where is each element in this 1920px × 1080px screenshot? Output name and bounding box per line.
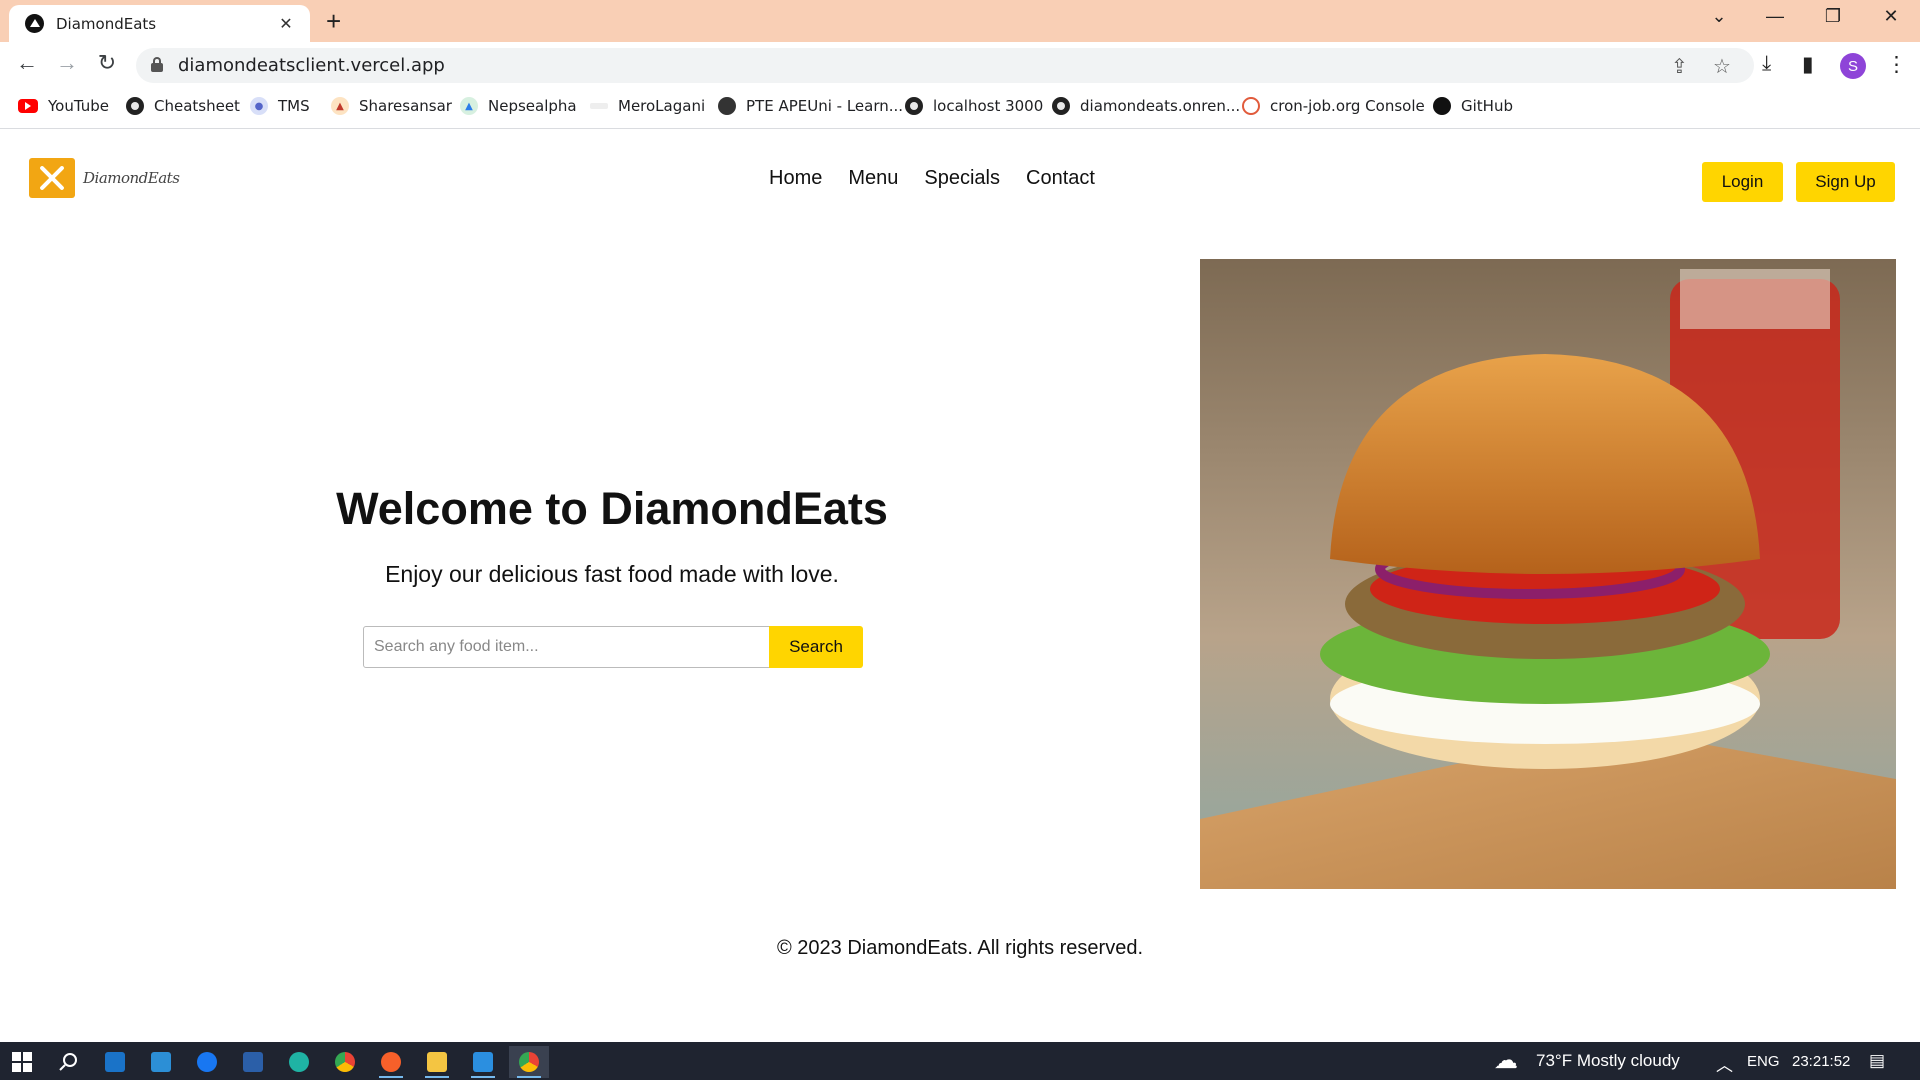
cron-icon [1242,97,1260,115]
share-icon[interactable]: ⇪ [1671,54,1688,79]
globe-icon [1052,97,1070,115]
nav-contact[interactable]: Contact [1026,167,1095,190]
bookmark-github[interactable]: GitHub [1433,95,1513,117]
bookmark-label: Sharesansar [359,97,452,115]
chrome-icon[interactable] [325,1046,365,1078]
globe-icon [126,97,144,115]
hero-title: Welcome to DiamondEats [336,483,888,534]
utensils-logo-icon [29,158,75,198]
forward-icon[interactable]: → [52,50,82,76]
profile-avatar[interactable]: S [1840,53,1866,79]
logo-text: DiamondEats [83,169,180,187]
bookmark-label: MeroLagani [618,97,706,115]
bookmark-localhost[interactable]: localhost 3000 [905,95,1043,117]
merolagani-icon [590,103,608,109]
firefox-icon[interactable] [371,1046,411,1078]
weather-text[interactable]: 73°F Mostly cloudy [1536,1051,1680,1071]
reload-icon[interactable]: ↻ [92,50,122,76]
back-icon[interactable]: ← [12,50,42,76]
nav-menu[interactable]: Menu [848,167,898,190]
bookmark-cheatsheet[interactable]: Cheatsheet [126,95,240,117]
tab-title: DiamondEats [56,14,157,33]
bookmark-label: YouTube [48,97,109,115]
close-tab-icon[interactable]: ✕ [276,14,296,34]
bookmark-label: GitHub [1461,97,1513,115]
bookmark-youtube[interactable]: YouTube [18,95,109,117]
burger-hero-image [1200,259,1896,889]
nepsealpha-icon: ▲ [460,97,478,115]
tms-icon: ● [250,97,268,115]
bookmark-sharesansar[interactable]: ▲ Sharesansar [331,95,452,117]
github-icon [1433,97,1451,115]
store-icon[interactable] [233,1046,273,1078]
bookmark-label: Nepsealpha [488,97,577,115]
bookmark-tms[interactable]: ● TMS [250,95,310,117]
bookmark-label: TMS [278,97,310,115]
sharesansar-icon: ▲ [331,97,349,115]
facebook-icon[interactable] [187,1046,227,1078]
hero-subtitle: Enjoy our delicious fast food made with … [385,561,839,587]
chrome-active-icon[interactable] [509,1046,549,1078]
search-icon[interactable] [48,1046,88,1078]
vscode-icon[interactable] [463,1046,503,1078]
language-indicator[interactable]: ENG [1747,1053,1780,1070]
nav-home[interactable]: Home [769,167,822,190]
weather-icon[interactable]: ☁ [1494,1046,1518,1075]
login-button[interactable]: Login [1702,162,1783,202]
windows-start-icon[interactable] [2,1046,42,1078]
bookmark-nepsealpha[interactable]: ▲ Nepsealpha [460,95,577,117]
youtube-icon [18,99,38,113]
bookmark-label: localhost 3000 [933,97,1044,115]
browser-tab[interactable]: DiamondEats ✕ [9,5,310,42]
bookmark-label: PTE APEUni - Learn... [746,97,904,115]
burger-illustration [1200,259,1896,889]
lock-icon[interactable] [151,57,163,72]
site-logo[interactable]: DiamondEats [29,158,180,198]
side-panel-icon[interactable]: ▮ [1802,52,1814,77]
bookmark-label: cron-job.org Console [1270,97,1425,115]
bookmark-merolagani[interactable]: MeroLagani [590,95,705,117]
signup-button[interactable]: Sign Up [1796,162,1895,202]
pte-icon [718,97,736,115]
globe-icon [905,97,923,115]
clock[interactable]: 23:21:52 [1792,1053,1850,1070]
url-text[interactable]: diamondeatsclient.vercel.app [178,55,445,76]
minimize-icon[interactable]: — [1763,6,1787,27]
notifications-icon[interactable]: ▤ [1869,1051,1885,1071]
menu-kebab-icon[interactable]: ⋮ [1886,52,1907,77]
mail-icon[interactable] [95,1046,135,1078]
footer-copyright: © 2023 DiamondEats. All rights reserved. [776,937,1144,959]
download-icon[interactable]: ⤓ [1762,52,1771,76]
chevron-up-icon[interactable]: ︿ [1716,1051,1733,1076]
nav-specials[interactable]: Specials [924,167,1000,190]
edge-icon[interactable] [279,1046,319,1078]
bookmark-pte-apeuni[interactable]: PTE APEUni - Learn... [718,95,903,117]
new-tab-icon[interactable]: + [326,6,341,37]
xampp-icon[interactable] [141,1046,181,1078]
tab-search-icon[interactable]: ⌄ [1707,6,1731,27]
bookmark-star-icon[interactable]: ☆ [1713,54,1731,79]
bookmark-label: diamondeats.onren... [1080,97,1241,115]
file-explorer-icon[interactable] [417,1046,457,1078]
main-nav: Home Menu Specials Contact [769,167,1095,190]
bookmark-diamondeats-onrender[interactable]: diamondeats.onren... [1052,95,1240,117]
restore-icon[interactable]: ❐ [1821,6,1845,27]
search-button[interactable]: Search [769,626,863,668]
food-search-input[interactable] [363,626,770,668]
site-favicon-icon [25,14,44,33]
bookmark-cron-job[interactable]: cron-job.org Console [1242,95,1425,117]
close-window-icon[interactable]: ✕ [1879,6,1903,27]
bookmark-label: Cheatsheet [154,97,240,115]
